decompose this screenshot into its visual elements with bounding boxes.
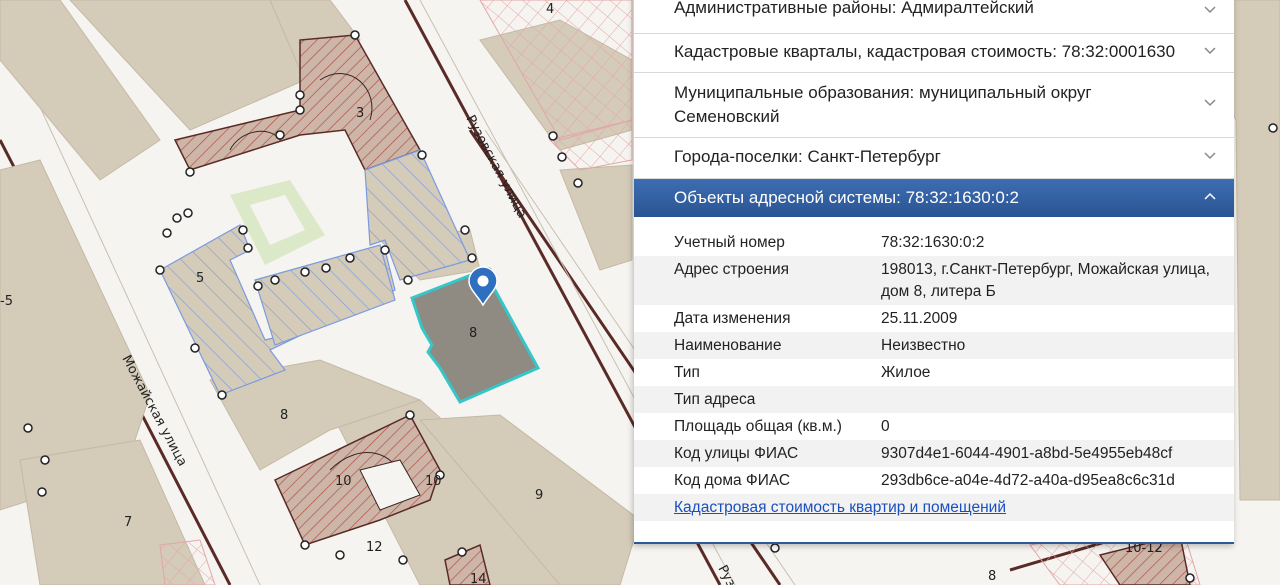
accordion-label: Города-поселки: Санкт-Петербург [674,147,941,166]
house-number-10-a: 10 [335,474,352,489]
house-number-4: 4 [546,2,554,17]
detail-value: 25.11.2009 [881,309,958,327]
house-number-8: 8 [280,408,288,423]
house-number-10-b: 10 [425,474,442,489]
house-number-3: 3 [356,106,364,121]
detail-value: Неизвестно [881,336,966,354]
detail-row: Площадь общая (кв.м.) 0 [634,413,1234,440]
house-number-8-bottom: 8 [988,569,996,584]
detail-key: Код улицы ФИАС [674,444,799,462]
detail-value: 0 [881,417,890,435]
detail-row: Учетный номер 78:32:1630:0:2 [634,229,1234,256]
chevron-down-icon[interactable] [1204,93,1218,117]
house-number-minus-5: -5 [0,294,13,309]
detail-key: Дата изменения [674,309,791,327]
house-number-7: 7 [124,515,132,530]
house-number-5: 5 [196,271,204,286]
accordion-cities[interactable]: Города-поселки: Санкт-Петербург [634,138,1234,179]
house-number-9: 9 [535,488,543,503]
accordion-label: Муниципальные образования: муниципальный… [674,83,1092,126]
detail-value: Жилое [881,363,931,381]
detail-key: Учетный номер [674,233,785,251]
detail-key: Наименование [674,336,782,354]
chevron-down-icon[interactable] [1204,41,1218,65]
detail-key: Адрес строения [674,260,790,278]
detail-key: Тип адреса [674,390,756,408]
accordion-admin-districts[interactable]: Административные районы: Адмиралтейский [634,0,1234,34]
accordion-municipal-units[interactable]: Муниципальные образования: муниципальный… [634,73,1234,138]
accordion-label: Объекты адресной системы: 78:32:1630:0:2 [674,188,1020,207]
accordion-label: Административные районы: Адмиралтейский [674,0,1034,17]
chevron-down-icon[interactable] [1204,0,1218,24]
detail-value: 78:32:1630:0:2 [881,233,985,251]
detail-row: Код дома ФИАС 293db6ce-a04e-4d72-a40a-d9… [634,467,1234,494]
house-number-8-selected: 8 [469,326,477,341]
detail-value: 293db6ce-a04e-4d72-a40a-d95ea8c6c31d [881,471,1175,489]
detail-value: 198013, г.Санкт-Петербург, Можайская ули… [881,260,1210,300]
detail-row: Тип Жилое [634,359,1234,386]
detail-row: Код улицы ФИАС 9307d4e1-6044-4901-a8bd-5… [634,440,1234,467]
detail-value: 9307d4e1-6044-4901-a8bd-5e4955eb48cf [881,444,1173,462]
detail-key: Площадь общая (кв.м.) [674,417,842,435]
chevron-up-icon[interactable] [1204,186,1218,210]
detail-value [881,389,1211,411]
address-object-details: Учетный номер 78:32:1630:0:2 Адрес строе… [634,217,1234,521]
detail-row: Адрес строения 198013, г.Санкт-Петербург… [634,256,1234,305]
detail-row: Дата изменения 25.11.2009 [634,305,1234,332]
info-panel: Административные районы: Адмиралтейский … [634,0,1234,544]
detail-key: Тип [674,363,700,381]
house-number-12: 12 [366,540,383,555]
detail-row: Тип адреса [634,386,1234,413]
house-number-14: 14 [470,572,487,585]
accordion-address-objects[interactable]: Объекты адресной системы: 78:32:1630:0:2 [634,179,1234,217]
detail-row: Наименование Неизвестно [634,332,1234,359]
chevron-down-icon[interactable] [1204,146,1218,170]
accordion-label: Кадастровые кварталы, кадастровая стоимо… [674,42,1176,61]
detail-key: Код дома ФИАС [674,471,791,489]
cadastral-cost-link[interactable]: Кадастровая стоимость квартир и помещени… [634,494,1234,521]
accordion-cadastral-quarters[interactable]: Кадастровые кварталы, кадастровая стоимо… [634,34,1234,73]
